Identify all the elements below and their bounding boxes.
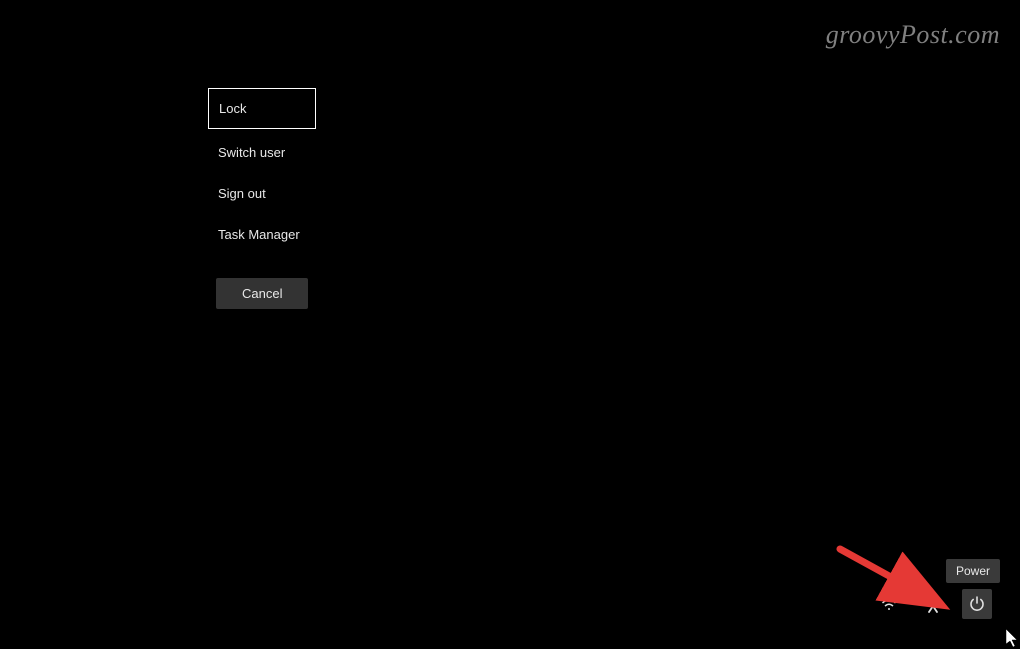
wifi-button[interactable] [874, 589, 904, 619]
cancel-button-label: Cancel [242, 286, 282, 301]
accessibility-icon [925, 595, 941, 613]
menu-item-label: Lock [219, 101, 246, 116]
menu-item-label: Sign out [218, 186, 266, 201]
menu-item-label: Switch user [218, 145, 285, 160]
menu-item-task-manager[interactable]: Task Manager [208, 217, 408, 252]
tooltip-label: Power [956, 564, 990, 578]
menu-item-sign-out[interactable]: Sign out [208, 176, 408, 211]
cancel-button[interactable]: Cancel [216, 278, 308, 309]
watermark-text: groovyPost.com [826, 20, 1000, 50]
wifi-icon [880, 597, 898, 611]
power-tooltip: Power [946, 559, 1000, 583]
accessibility-button[interactable] [918, 589, 948, 619]
ctrl-alt-del-menu: Lock Switch user Sign out Task Manager C… [208, 88, 408, 309]
menu-item-label: Task Manager [218, 227, 300, 242]
menu-item-lock[interactable]: Lock [208, 88, 316, 129]
power-button[interactable] [962, 589, 992, 619]
menu-item-switch-user[interactable]: Switch user [208, 135, 408, 170]
power-icon [969, 596, 985, 612]
system-tray [874, 589, 992, 619]
